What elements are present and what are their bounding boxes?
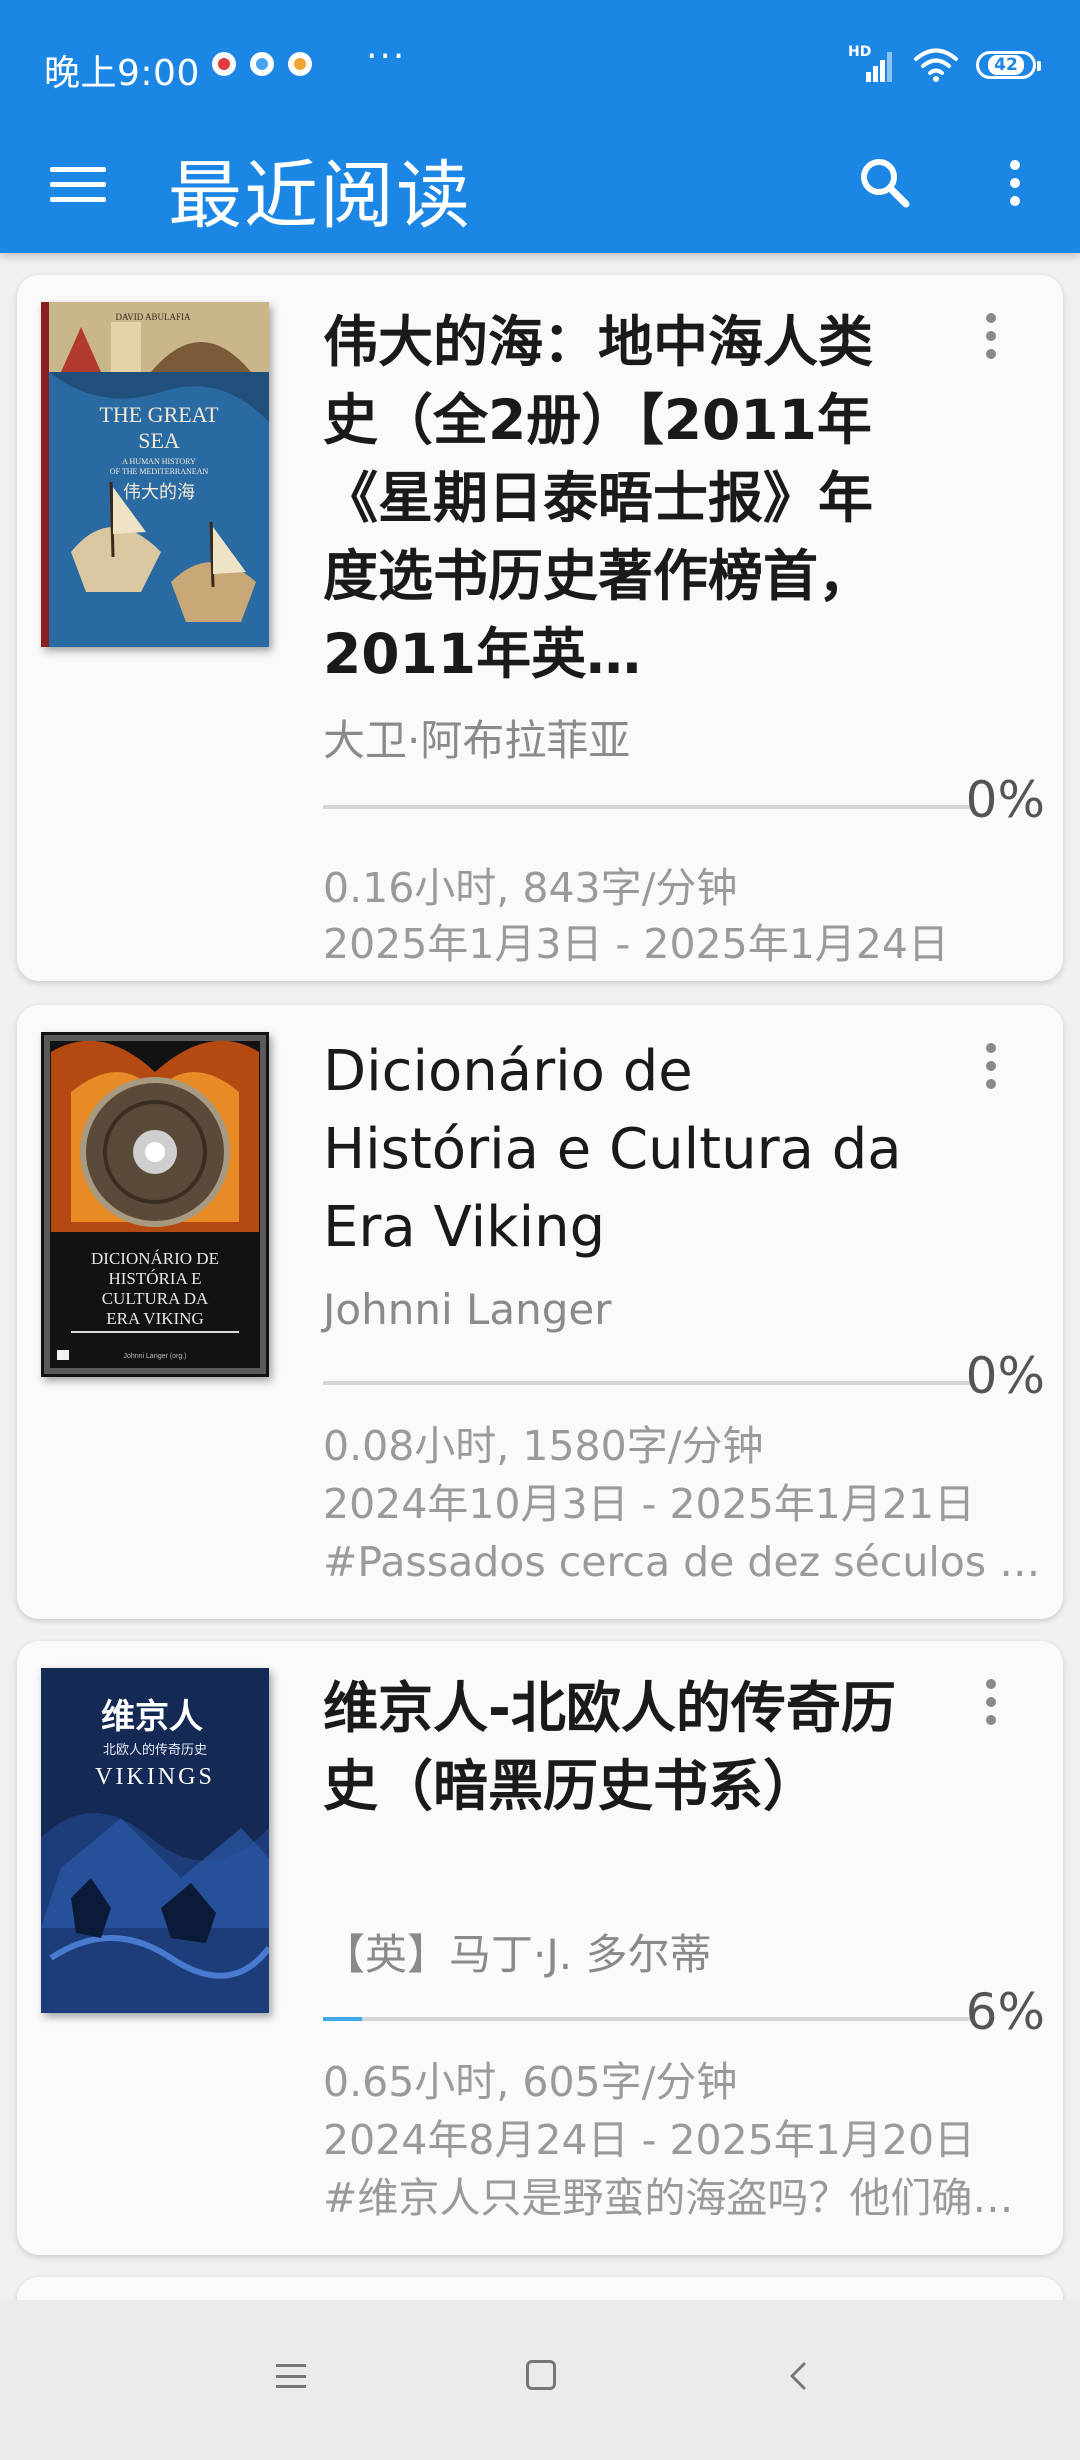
cover-chinese-title: 伟大的海	[123, 482, 195, 503]
book-card[interactable]: DICIONÁRIO DE HISTÓRIA E CULTURA DA ERA …	[17, 1005, 1063, 1619]
reading-stats: 0.65小时, 605字/分钟	[323, 2058, 738, 2106]
cover-author-text: DAVID ABULAFIA	[115, 312, 191, 322]
cover-title-line-2: SEA	[138, 428, 180, 453]
battery-level: 42	[988, 55, 1024, 75]
system-navigation-bar	[0, 2300, 1080, 2460]
card-overflow-icon[interactable]	[981, 1679, 1001, 1725]
book-author: 【英】马丁·J. 多尔蒂	[323, 1930, 712, 1979]
book-author: 大卫·阿布拉菲亚	[323, 716, 631, 765]
card-overflow-icon[interactable]	[981, 313, 1001, 359]
book-cover-image: 维京人 北欧人的传奇历史 VIKINGS	[41, 1668, 269, 2013]
book-cover-image: DICIONÁRIO DE HISTÓRIA E CULTURA DA ERA …	[41, 1032, 269, 1377]
recents-icon[interactable]	[276, 2364, 306, 2388]
cover-subtitle-line-1: A HUMAN HISTORY	[122, 457, 196, 466]
home-icon[interactable]	[526, 2360, 556, 2390]
cover-title-line-2: HISTÓRIA E	[108, 1269, 201, 1288]
page-title: 最近阅读	[168, 153, 472, 239]
notification-app-icon	[288, 52, 312, 76]
cover-subtitle: 北欧人的传奇历史	[103, 1742, 207, 1758]
book-title[interactable]: 维京人-北欧人的传奇历史（暗黑历史书系）	[323, 1669, 923, 1903]
progress-percent: 0%	[965, 1347, 1045, 1405]
cover-subtitle-line-2: OF THE MEDITERRANEAN	[110, 467, 209, 476]
book-cover[interactable]: DICIONÁRIO DE HISTÓRIA E CULTURA DA ERA …	[41, 1032, 269, 1377]
book-note: #Passados cerca de dez séculos d…	[323, 1538, 1059, 1586]
reading-progress-bar	[323, 2017, 971, 2021]
book-cover[interactable]: DAVID ABULAFIA THE GREAT SEA A HUMAN HIS…	[41, 302, 269, 647]
wifi-icon	[914, 48, 958, 82]
reading-dates: 2024年10月3日 - 2025年1月21日	[323, 1480, 976, 1528]
cover-english-title: VIKINGS	[95, 1764, 215, 1790]
card-overflow-icon[interactable]	[981, 1043, 1001, 1089]
progress-percent: 6%	[965, 1983, 1045, 2041]
book-title[interactable]: Dicionário de História e Cultura da Era …	[323, 1033, 923, 1273]
progress-percent: 0%	[965, 771, 1045, 829]
cover-title-line-3: CULTURA DA	[102, 1289, 209, 1308]
menu-icon[interactable]	[50, 156, 106, 212]
cover-chinese-title: 维京人	[101, 1697, 203, 1737]
battery-icon: 42	[976, 51, 1041, 79]
app-bar: 最近阅读	[0, 130, 1080, 253]
top-bar: 晚上9:00 ··· HD 42 最近阅读	[0, 0, 1080, 253]
cover-title-line-1: THE GREAT	[99, 402, 219, 427]
cellular-signal-icon: HD	[848, 44, 896, 82]
book-cover-image: DAVID ABULAFIA THE GREAT SEA A HUMAN HIS…	[41, 302, 269, 647]
cover-title-line-4: ERA VIKING	[106, 1309, 203, 1328]
reading-dates: 2025年1月3日 - 2025年1月24日	[323, 920, 949, 968]
recent-reading-list[interactable]: DAVID ABULAFIA THE GREAT SEA A HUMAN HIS…	[0, 253, 1080, 2300]
book-author: Johnni Langer	[323, 1285, 612, 1334]
book-card[interactable]	[17, 2277, 1063, 2300]
reading-progress-fill	[323, 2017, 362, 2021]
back-icon[interactable]	[780, 2358, 816, 2394]
book-title[interactable]: 伟大的海：地中海人类史（全2册）【2011年《星期日泰晤士报》年度选书历史著作榜…	[323, 303, 923, 693]
overflow-menu-icon[interactable]	[1000, 150, 1030, 216]
reading-stats: 0.16小时, 843字/分钟	[323, 864, 738, 912]
status-bar: 晚上9:00 ··· HD 42	[0, 0, 1080, 130]
status-right-group: HD 42	[848, 44, 1041, 82]
search-icon[interactable]	[852, 150, 918, 216]
notification-app-icon	[212, 52, 236, 76]
reading-progress-bar	[323, 805, 971, 809]
status-more-notifications: ···	[366, 36, 407, 77]
cover-editor-text: Johnni Langer (org.)	[123, 1353, 186, 1360]
reading-stats: 0.08小时, 1580字/分钟	[323, 1422, 764, 1470]
status-time: 晚上9:00	[44, 53, 200, 94]
book-card[interactable]: DAVID ABULAFIA THE GREAT SEA A HUMAN HIS…	[17, 275, 1063, 981]
network-type-label: HD	[848, 44, 872, 60]
book-card[interactable]: 维京人 北欧人的传奇历史 VIKINGS 维京人-北欧人的传奇历史（暗黑历史书系…	[17, 1641, 1063, 2255]
reading-dates: 2024年8月24日 - 2025年1月20日	[323, 2116, 976, 2164]
book-cover[interactable]: 维京人 北欧人的传奇历史 VIKINGS	[41, 1668, 269, 2013]
book-note: #维京人只是野蛮的海盗吗？他们确…	[323, 2174, 1014, 2222]
notification-app-icon	[250, 52, 274, 76]
notification-icons	[212, 52, 312, 76]
cover-title-line-1: DICIONÁRIO DE	[91, 1249, 219, 1268]
reading-progress-bar	[323, 1381, 971, 1385]
